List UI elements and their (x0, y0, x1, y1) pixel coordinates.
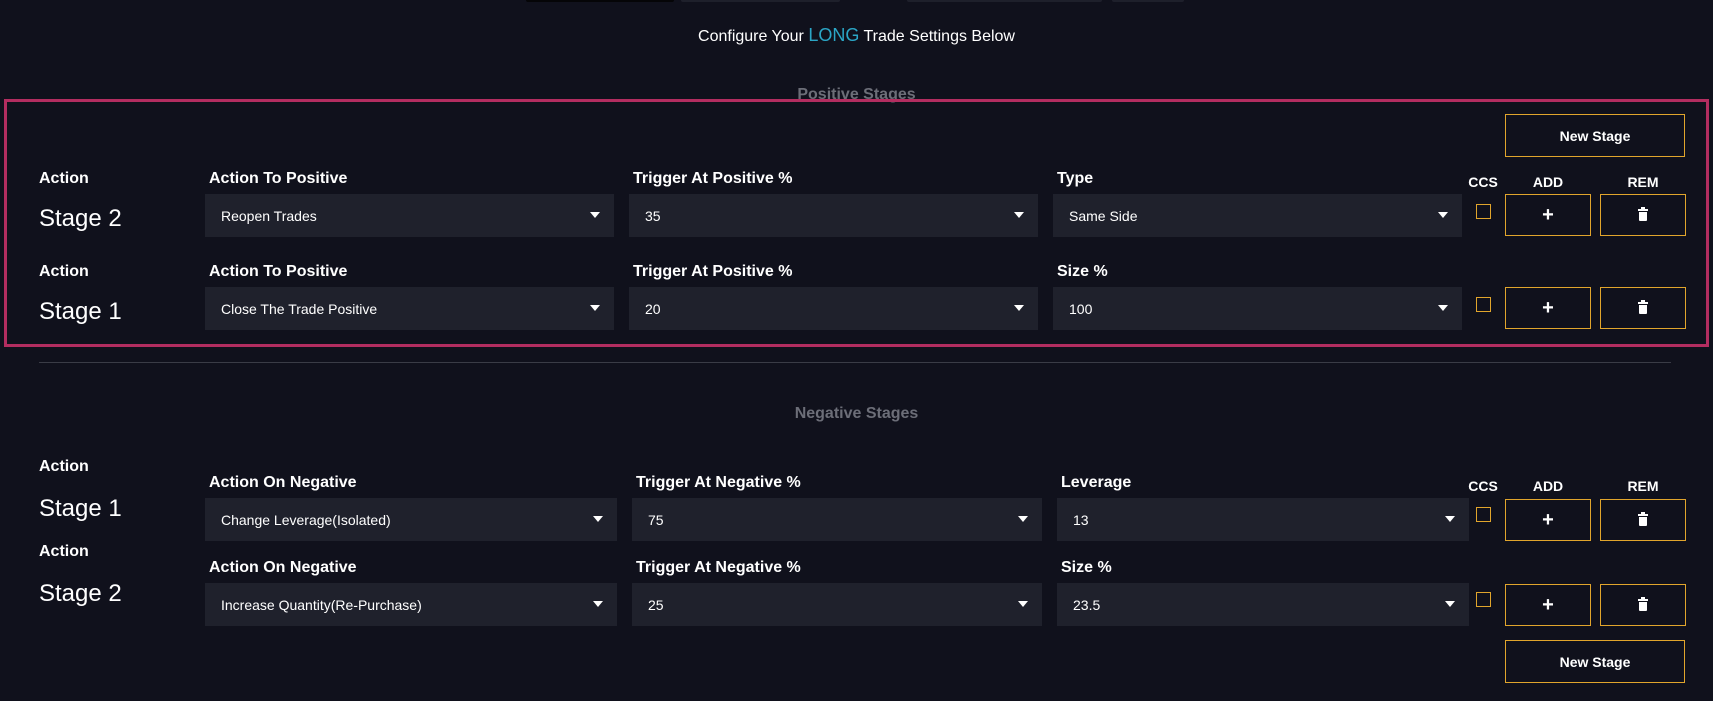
top-tab[interactable] (1112, 0, 1184, 2)
ccs-checkbox[interactable] (1476, 297, 1491, 312)
stage-label: Stage 1 (39, 495, 122, 522)
add-stage-button[interactable]: + (1505, 584, 1591, 626)
trigger-at-negative-label: Trigger At Negative % (636, 559, 801, 576)
select-value: 20 (645, 300, 661, 317)
select-value: 35 (645, 207, 661, 224)
remove-stage-button[interactable] (1600, 287, 1686, 329)
action-to-positive-select[interactable]: Close The Trade Positive (205, 287, 614, 330)
negative-col-rem: REM (1627, 478, 1659, 494)
caret-down-icon (590, 212, 600, 218)
negative-col-ccs: CCS (1468, 478, 1498, 494)
size-percent-label: Size % (1057, 263, 1108, 280)
action-to-positive-label: Action To Positive (209, 170, 348, 187)
add-stage-button[interactable]: + (1505, 499, 1591, 541)
size-percent-select[interactable]: 23.5 (1057, 583, 1469, 626)
row-action-label: Action (39, 543, 89, 560)
select-value: 100 (1069, 300, 1093, 317)
remove-stage-button[interactable] (1600, 584, 1686, 626)
trash-icon (1638, 512, 1648, 526)
ccs-checkbox[interactable] (1476, 507, 1491, 522)
type-label: Type (1057, 170, 1094, 187)
top-tab[interactable] (681, 0, 840, 2)
plus-icon: + (1542, 594, 1554, 616)
ccs-checkbox[interactable] (1476, 592, 1491, 607)
positive-new-stage-button[interactable]: New Stage (1505, 114, 1685, 157)
negative-col-add: ADD (1532, 478, 1564, 494)
remove-stage-button[interactable] (1600, 499, 1686, 541)
top-tab[interactable] (907, 0, 1102, 2)
top-tab-active[interactable] (526, 0, 674, 2)
trigger-at-positive-select[interactable]: 20 (629, 287, 1038, 330)
plus-icon: + (1542, 297, 1554, 319)
stage-label: Stage 2 (39, 205, 122, 232)
trigger-at-positive-label: Trigger At Positive % (633, 170, 793, 187)
trash-icon (1638, 300, 1648, 314)
stage-label: Stage 1 (39, 298, 122, 325)
positive-col-rem: REM (1627, 174, 1659, 190)
trigger-at-positive-select[interactable]: 35 (629, 194, 1038, 237)
leverage-select[interactable]: 13 (1057, 498, 1469, 541)
trade-direction: LONG (808, 25, 860, 45)
section-divider (39, 362, 1671, 363)
caret-down-icon (593, 516, 603, 522)
trigger-at-negative-label: Trigger At Negative % (636, 474, 801, 491)
action-to-positive-select[interactable]: Reopen Trades (205, 194, 614, 237)
trigger-at-positive-label: Trigger At Positive % (633, 263, 793, 280)
action-to-positive-label: Action To Positive (209, 263, 348, 280)
caret-down-icon (1014, 305, 1024, 311)
positive-col-add: ADD (1532, 174, 1564, 190)
select-value: 75 (648, 511, 664, 528)
trigger-at-negative-select[interactable]: 25 (632, 583, 1042, 626)
caret-down-icon (593, 601, 603, 607)
action-on-negative-label: Action On Negative (209, 474, 357, 491)
plus-icon: + (1542, 509, 1554, 531)
type-select[interactable]: Same Side (1053, 194, 1462, 237)
row-action-label: Action (39, 263, 89, 280)
trash-icon (1638, 597, 1648, 611)
select-value: 13 (1073, 511, 1089, 528)
positive-col-ccs: CCS (1468, 174, 1498, 190)
headline-suffix: Trade Settings Below (863, 28, 1015, 45)
leverage-label: Leverage (1061, 474, 1132, 491)
size-percent-select[interactable]: 100 (1053, 287, 1462, 330)
caret-down-icon (1438, 305, 1448, 311)
caret-down-icon (1438, 212, 1448, 218)
size-percent-label: Size % (1061, 559, 1112, 576)
row-action-label: Action (39, 170, 89, 187)
action-on-negative-select[interactable]: Increase Quantity(Re-Purchase) (205, 583, 617, 626)
select-value: Close The Trade Positive (221, 300, 378, 317)
plus-icon: + (1542, 204, 1554, 226)
negative-new-stage-button[interactable]: New Stage (1505, 640, 1685, 683)
caret-down-icon (1445, 601, 1455, 607)
remove-stage-button[interactable] (1600, 194, 1686, 236)
select-value: Same Side (1069, 207, 1138, 224)
negative-stages-title: Negative Stages (794, 405, 919, 422)
select-value: Change Leverage(Isolated) (221, 511, 391, 528)
page-headline: Configure Your LONG Trade Settings Below (0, 25, 1713, 46)
trigger-at-negative-select[interactable]: 75 (632, 498, 1042, 541)
caret-down-icon (1018, 516, 1028, 522)
stage-label: Stage 2 (39, 580, 122, 607)
select-value: Increase Quantity(Re-Purchase) (221, 596, 422, 613)
trash-icon (1638, 207, 1648, 221)
ccs-checkbox[interactable] (1476, 204, 1491, 219)
row-action-label: Action (39, 458, 89, 475)
select-value: Reopen Trades (221, 207, 317, 224)
caret-down-icon (1014, 212, 1024, 218)
add-stage-button[interactable]: + (1505, 287, 1591, 329)
headline-prefix: Configure Your (698, 28, 804, 45)
caret-down-icon (590, 305, 600, 311)
select-value: 25 (648, 596, 664, 613)
caret-down-icon (1445, 516, 1455, 522)
action-on-negative-select[interactable]: Change Leverage(Isolated) (205, 498, 617, 541)
caret-down-icon (1018, 601, 1028, 607)
add-stage-button[interactable]: + (1505, 194, 1591, 236)
select-value: 23.5 (1073, 596, 1101, 613)
action-on-negative-label: Action On Negative (209, 559, 357, 576)
